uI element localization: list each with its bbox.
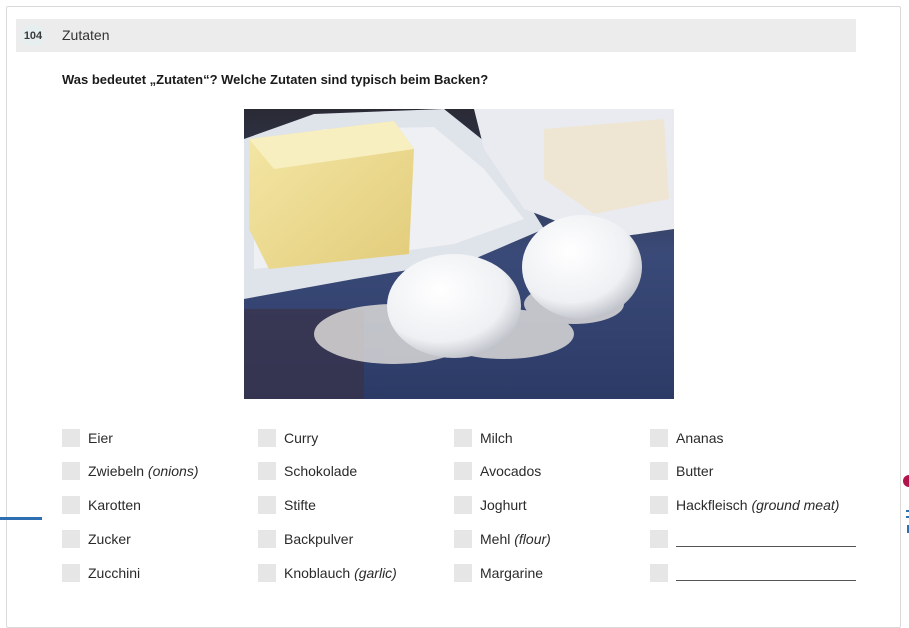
- checkbox[interactable]: [258, 429, 276, 447]
- butter-flour-eggs-photo: [244, 109, 674, 399]
- checkbox[interactable]: [258, 564, 276, 582]
- list-item[interactable]: Karotten: [62, 494, 141, 516]
- checkbox[interactable]: [650, 530, 668, 548]
- list-item[interactable]: Knoblauch (garlic): [258, 562, 397, 584]
- exercise-number: 104: [21, 25, 45, 46]
- checkbox[interactable]: [650, 496, 668, 514]
- checkbox[interactable]: [454, 462, 472, 480]
- list-item[interactable]: Margarine: [454, 562, 543, 584]
- list-item[interactable]: Zucker: [62, 528, 131, 550]
- checkbox[interactable]: [62, 462, 80, 480]
- list-item[interactable]: Eier: [62, 427, 113, 449]
- list-item[interactable]: Zucchini: [62, 562, 140, 584]
- margin-rule: [0, 517, 42, 520]
- checkbox[interactable]: [650, 429, 668, 447]
- list-item[interactable]: Hackfleisch (ground meat): [650, 494, 839, 516]
- exercise-title: Zutaten: [62, 27, 110, 43]
- exercise-header: [16, 19, 856, 52]
- checkbox[interactable]: [650, 564, 668, 582]
- list-item[interactable]: Joghurt: [454, 494, 527, 516]
- checkbox[interactable]: [454, 429, 472, 447]
- list-item[interactable]: Mehl (flour): [454, 528, 551, 550]
- list-item[interactable]: Zwiebeln (onions): [62, 460, 199, 482]
- checkbox[interactable]: [258, 530, 276, 548]
- list-item[interactable]: Schokolade: [258, 460, 357, 482]
- list-item-blank[interactable]: [650, 528, 856, 550]
- checkbox[interactable]: [62, 564, 80, 582]
- checkbox[interactable]: [650, 462, 668, 480]
- write-in-line[interactable]: [676, 566, 856, 581]
- list-item-blank[interactable]: [650, 562, 856, 584]
- edge-mark-icon: [903, 475, 909, 533]
- checkbox[interactable]: [62, 530, 80, 548]
- checkbox[interactable]: [258, 462, 276, 480]
- list-item[interactable]: Stifte: [258, 494, 316, 516]
- checkbox[interactable]: [454, 564, 472, 582]
- checkbox[interactable]: [258, 496, 276, 514]
- list-item[interactable]: Ananas: [650, 427, 723, 449]
- checkbox[interactable]: [62, 496, 80, 514]
- list-item[interactable]: Backpulver: [258, 528, 353, 550]
- checkbox[interactable]: [454, 530, 472, 548]
- question-text: Was bedeutet „Zutaten“? Welche Zutaten s…: [62, 72, 489, 87]
- list-item[interactable]: Milch: [454, 427, 513, 449]
- checkbox[interactable]: [454, 496, 472, 514]
- write-in-line[interactable]: [676, 532, 856, 547]
- checkbox[interactable]: [62, 429, 80, 447]
- list-item[interactable]: Butter: [650, 460, 713, 482]
- list-item[interactable]: Avocados: [454, 460, 541, 482]
- list-item[interactable]: Curry: [258, 427, 318, 449]
